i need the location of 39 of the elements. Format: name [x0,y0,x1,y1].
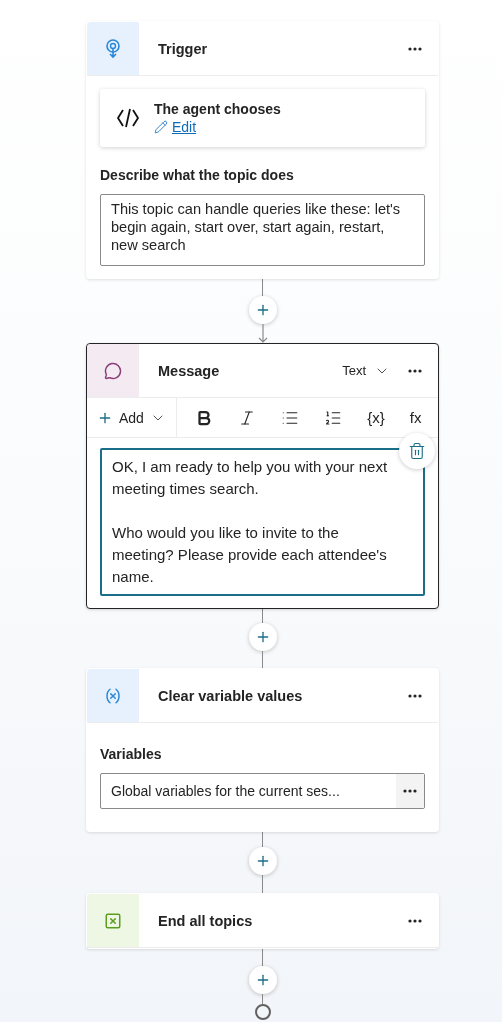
description-field[interactable]: This topic can handle queries like these: let's begin again, start over, start again, restart, new search [100,194,425,266]
toolbar-button[interactable]: fx [407,406,424,429]
add-step-button[interactable] [248,966,277,994]
add-dropdown[interactable]: Add [87,398,177,437]
add-step-button[interactable] [248,296,277,324]
node-title: Trigger [157,40,209,57]
node-card[interactable]: Trigger The agent chooses Edit Describe what the topic does This topic can handle queries like these: let's begin again, start over, start again, restart, new search [86,21,439,279]
add-step-button[interactable] [248,623,277,651]
end-node [254,1004,271,1020]
node-title: Message [157,362,221,379]
more-icon [408,693,422,698]
toolbar-button[interactable]: {x} [365,406,387,429]
node-card[interactable]: Message Text Add {x} fx OK, I am ready to help you with your next meeting times search. Who would you like to invite to the meeting? Please provide each attendee's name. [86,343,439,609]
add-step-button[interactable] [248,847,277,875]
format-dropdown[interactable]: Text [336,361,396,380]
message-field[interactable]: OK, I am ready to help you with your next meeting times search. Who would you like to invite to the meeting? Please provide each attendee's name. [100,448,425,596]
end-icon [104,911,122,930]
more-icon [408,368,422,373]
more-icon [408,918,422,923]
code-icon [116,107,140,129]
node-title: Clear variable values [157,687,304,704]
more-icon [403,789,417,793]
trigger-type: The agent chooses [154,101,281,117]
pencil-icon [154,120,168,134]
variables-field[interactable]: Global variables for the current ses... [100,773,425,809]
delete-button[interactable] [399,433,435,469]
trash-icon [408,442,426,460]
pin-icon [105,38,121,59]
description-label: Describe what the topic does [100,167,295,183]
node-title: End all topics [157,912,254,929]
node-card[interactable]: Clear variable values Variables Global variables for the current ses... [86,668,439,832]
variables-label: Variables [100,746,163,762]
variable-icon [104,686,122,705]
edit-link[interactable]: Edit [154,119,281,135]
numbered-list-icon [324,408,343,427]
chat-bubble-icon [104,361,122,380]
more-icon [408,46,422,51]
arrow-down-icon [257,324,268,343]
node-card[interactable]: End all topics [86,893,439,949]
